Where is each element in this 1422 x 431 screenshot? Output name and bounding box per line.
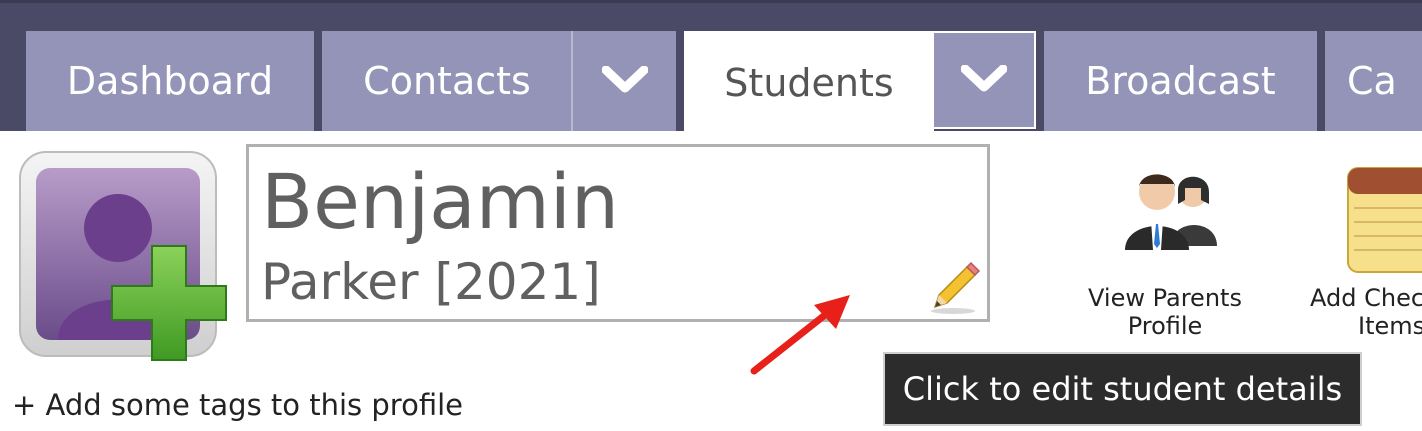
- tooltip-text: Click to edit student details: [902, 370, 1343, 408]
- students-dropdown-button[interactable]: [932, 31, 1036, 129]
- tab-calendar-label: Ca: [1347, 59, 1397, 103]
- notepad-icon: [1310, 162, 1422, 274]
- chevron-down-icon: [961, 65, 1007, 95]
- tab-contacts[interactable]: Contacts: [322, 31, 572, 131]
- tab-students-label: Students: [724, 61, 894, 105]
- tab-students[interactable]: Students: [684, 31, 934, 135]
- arrow-annotation: [740, 285, 870, 385]
- tab-broadcast[interactable]: Broadcast: [1044, 31, 1317, 131]
- add-checklist-items-button[interactable]: Add Chec Items: [1310, 162, 1422, 340]
- student-last-name-year: Parker [2021]: [261, 253, 601, 311]
- student-first-name: Benjamin: [261, 157, 620, 246]
- view-parents-label-line2: Profile: [1127, 312, 1203, 340]
- tab-broadcast-label: Broadcast: [1085, 59, 1276, 103]
- edit-details-tooltip: Click to edit student details: [883, 352, 1362, 426]
- tab-calendar[interactable]: Ca: [1325, 31, 1422, 131]
- view-parents-profile-button[interactable]: View Parents Profile: [1080, 162, 1250, 340]
- pencil-icon[interactable]: [927, 259, 983, 315]
- contacts-dropdown-button[interactable]: [571, 31, 676, 131]
- view-parents-label-line1: View Parents: [1088, 284, 1242, 312]
- parents-icon: [1080, 162, 1250, 250]
- add-tags-link[interactable]: + Add some tags to this profile: [12, 388, 463, 422]
- add-checklist-label-line2: Items: [1358, 312, 1422, 340]
- add-user-icon[interactable]: [14, 148, 236, 362]
- tab-dashboard[interactable]: Dashboard: [26, 31, 314, 131]
- add-checklist-label-line1: Add Chec: [1310, 284, 1422, 312]
- student-name-editor[interactable]: Benjamin Parker [2021]: [246, 144, 990, 322]
- chevron-down-icon: [601, 66, 648, 96]
- tab-dashboard-label: Dashboard: [66, 59, 274, 103]
- tab-contacts-label: Contacts: [363, 59, 531, 103]
